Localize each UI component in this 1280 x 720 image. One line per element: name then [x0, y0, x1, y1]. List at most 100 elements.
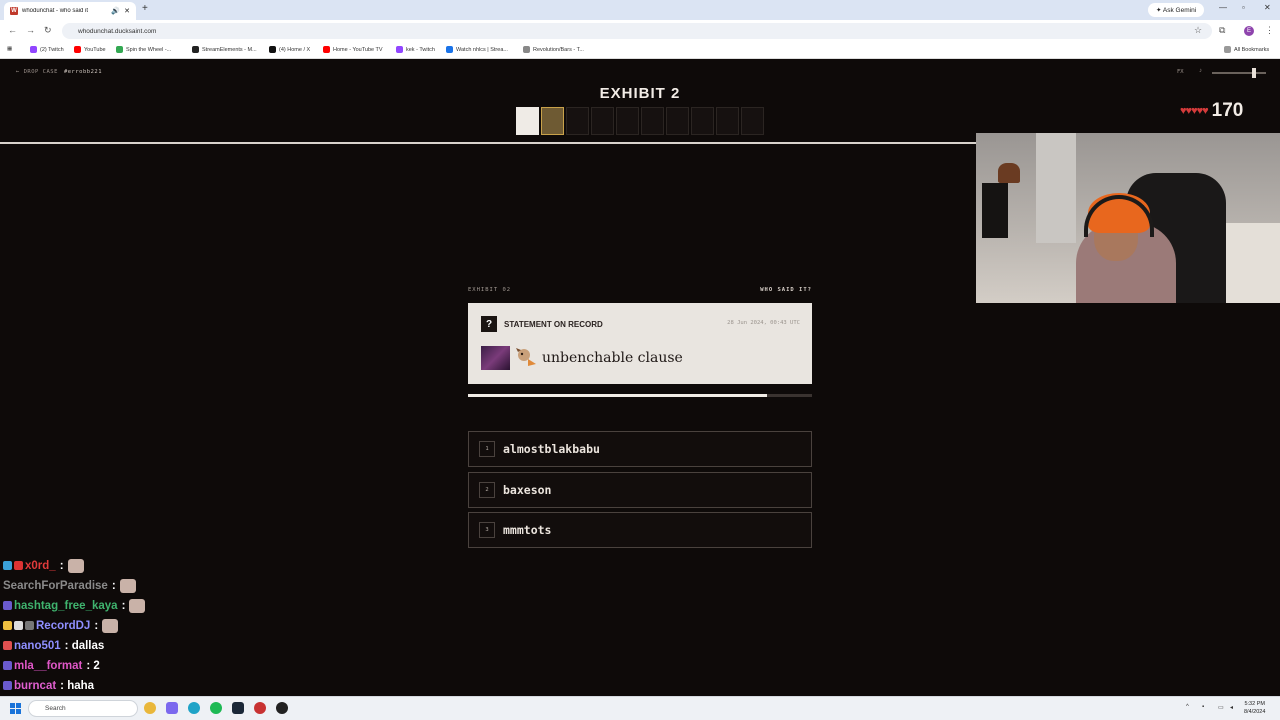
- chat-text: :: [59, 559, 64, 572]
- profile-avatar[interactable]: E: [1244, 26, 1254, 36]
- bookmark-x-home[interactable]: (4) Home / X: [269, 46, 310, 53]
- close-window-icon[interactable]: ✕: [1264, 3, 1271, 12]
- windows-start-icon[interactable]: [10, 703, 21, 714]
- chat-message: nano501: dallas: [3, 637, 104, 654]
- wheel-icon: [116, 46, 123, 53]
- slot-empty: [641, 107, 664, 135]
- option-name: baxeson: [503, 483, 552, 497]
- all-bookmarks[interactable]: All Bookmarks: [1224, 46, 1269, 53]
- chrome-icon[interactable]: [144, 702, 156, 714]
- statement-heading: STATEMENT ON RECORD: [504, 320, 603, 329]
- option-number: 3: [479, 522, 495, 538]
- tray-app-icon[interactable]: ▪: [1202, 704, 1204, 710]
- chat-emote: [67, 558, 84, 573]
- bookmark-twitch[interactable]: (2) Twitch: [30, 46, 64, 53]
- extensions-icon[interactable]: ⧉: [1219, 25, 1225, 36]
- chat-message: RecordDJ:: [3, 617, 119, 634]
- new-tab-button[interactable]: +: [142, 3, 148, 14]
- bookmark-label: Spin the Wheel -...: [126, 46, 172, 53]
- chat-badge-icon: [3, 561, 12, 570]
- network-icon[interactable]: ▭: [1218, 704, 1224, 711]
- option-name: almostblakbabu: [503, 442, 600, 456]
- minimize-icon[interactable]: —: [1219, 3, 1227, 12]
- back-icon[interactable]: ←: [8, 25, 17, 35]
- slot-empty: [616, 107, 639, 135]
- app-icon[interactable]: [166, 702, 178, 714]
- drop-case-link[interactable]: ← DROP CASE #errobb221: [16, 69, 102, 75]
- taskbar-search[interactable]: Search: [28, 700, 138, 717]
- menu-kebab-icon[interactable]: ⋮: [1265, 25, 1274, 36]
- x-icon: [269, 46, 276, 53]
- apps-grid-icon[interactable]: ▦: [7, 46, 12, 52]
- exhibit-title: EXHIBIT 2: [599, 85, 681, 102]
- maximize-icon[interactable]: ▫: [1242, 3, 1245, 12]
- music-note-icon[interactable]: ♪: [1199, 68, 1202, 74]
- who-said-it-label: WHO SAID IT?: [760, 287, 812, 293]
- bookmark-label: StreamElements - M...: [202, 46, 257, 53]
- slot-completed: [516, 107, 539, 135]
- chat-badge-icon: [25, 621, 34, 630]
- bookmark-spin-wheel[interactable]: Spin the Wheel -...: [116, 46, 171, 53]
- volume-knob[interactable]: [1252, 68, 1256, 78]
- page-icon: [523, 46, 530, 53]
- answer-option-2[interactable]: 2 baxeson: [468, 472, 812, 508]
- bookmark-youtube-tv[interactable]: Home - YouTube TV: [323, 46, 383, 53]
- chat-text: :: [121, 599, 126, 612]
- search-label: Search: [45, 705, 66, 712]
- obs-icon[interactable]: [276, 702, 288, 714]
- answer-option-3[interactable]: 3 mmmtots: [468, 512, 812, 548]
- chat-text: :: [111, 579, 116, 592]
- progress-slots: [516, 107, 764, 135]
- ask-gemini-button[interactable]: ✦ Ask Gemini: [1148, 3, 1205, 17]
- tab-close-icon[interactable]: ✕: [124, 7, 130, 15]
- timer-bar: [468, 394, 812, 397]
- slot-empty: [666, 107, 689, 135]
- bookmark-label: (2) Twitch: [40, 46, 64, 53]
- dog-emote-icon: [516, 348, 536, 366]
- chat-message: SearchForParadise:: [3, 577, 136, 594]
- steam-icon[interactable]: [232, 702, 244, 714]
- hearts-icon: ♥♥♥♥♥: [1180, 105, 1209, 117]
- tab-title: whodunchat - who said it: [22, 8, 89, 14]
- tab-mute-icon[interactable]: 🔊: [111, 7, 120, 15]
- bookmark-label: YouTube: [84, 46, 106, 53]
- tray-chevron-icon[interactable]: ^: [1186, 704, 1189, 710]
- clock-date: 8/4/2024: [1244, 709, 1266, 715]
- bookmark-star-icon[interactable]: ☆: [1194, 25, 1202, 36]
- bookmark-nhlcs[interactable]: Watch nhlcs | Strea...: [446, 46, 508, 53]
- answer-option-1[interactable]: 1 almostblakbabu: [468, 431, 812, 467]
- bookmark-youtube[interactable]: YouTube: [74, 46, 106, 53]
- chat-badge-icon: [3, 601, 12, 610]
- score-panel: ♥♥♥♥♥ 170: [1180, 100, 1243, 122]
- bookmark-kek-twitch[interactable]: kek - Twitch: [396, 46, 435, 53]
- score-value: 170: [1211, 100, 1244, 121]
- fx-toggle[interactable]: FX: [1177, 69, 1184, 75]
- volume-slider[interactable]: [1212, 68, 1266, 78]
- chat-username: RecordDJ: [36, 619, 91, 632]
- webcam-lamp: [998, 163, 1020, 183]
- system-clock[interactable]: 5:32 PM 8/4/2024: [1244, 700, 1265, 716]
- bookmark-streamelements[interactable]: StreamElements - M...: [192, 46, 257, 53]
- app-icon[interactable]: [254, 702, 266, 714]
- chat-username: nano501: [14, 639, 61, 652]
- statement-card: ? STATEMENT ON RECORD 28 Jun 2024, 00:43…: [468, 303, 812, 384]
- chat-username: mla__format: [14, 659, 83, 672]
- spotify-icon[interactable]: [210, 702, 222, 714]
- chat-badge-icon: [3, 621, 12, 630]
- bookmark-label: Home - YouTube TV: [333, 46, 383, 53]
- exhibit-label: EXHIBIT 02: [468, 287, 512, 293]
- bookmark-label: (4) Home / X: [279, 46, 311, 53]
- forward-icon[interactable]: →: [26, 25, 35, 35]
- volume-icon[interactable]: ◂: [1230, 704, 1233, 711]
- slot-empty: [591, 107, 614, 135]
- browser-tab-active[interactable]: W whodunchat - who said it 🔊 ✕: [4, 2, 136, 20]
- edge-icon[interactable]: [188, 702, 200, 714]
- url-field[interactable]: whodunchat.ducksaint.com: [62, 23, 1212, 39]
- chat-text: : dallas: [64, 639, 105, 652]
- streamelements-icon: [192, 46, 199, 53]
- slot-current: [541, 107, 564, 135]
- bookmark-revolution-bars[interactable]: Revolution/Bars - T...: [523, 46, 584, 53]
- reload-icon[interactable]: ↻: [44, 25, 52, 36]
- question-mark-icon: ?: [481, 316, 497, 332]
- twitch-icon: [30, 46, 37, 53]
